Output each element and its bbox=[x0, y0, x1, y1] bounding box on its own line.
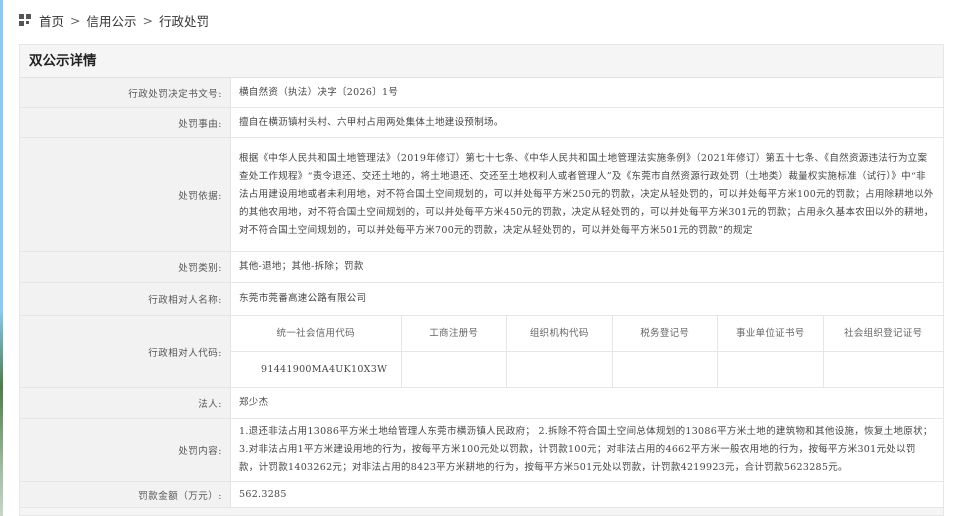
detail-panel: 双公示详情 行政处罚决定书文号: 横自然资（执法）决字〔2026〕1号 处罚事由… bbox=[19, 44, 944, 516]
row-content: 处罚内容: 1.退还非法占用13086平方米土地给管理人东莞市横沥镇人民政府； … bbox=[20, 418, 943, 482]
value-party-name: 东莞市莞番高速公路有限公司 bbox=[230, 282, 943, 316]
code-header: 事业单位证书号 bbox=[717, 316, 824, 352]
value-decision-no: 横自然资（执法）决字〔2026〕1号 bbox=[230, 78, 943, 108]
row-party-code: 行政相对人代码: 统一社会信用代码 工商注册号 组织机构代码 税务登记号 事业单… bbox=[20, 315, 943, 388]
code-value bbox=[612, 351, 718, 387]
breadcrumb-credit-link[interactable]: 信用公示 bbox=[87, 11, 137, 30]
label-category: 处罚类别: bbox=[20, 251, 231, 283]
row-fine: 罚款金额（万元）: 562.3285 bbox=[20, 481, 943, 508]
home-grid-icon bbox=[19, 13, 32, 27]
value-fine: 562.3285 bbox=[230, 481, 943, 508]
label-party-code: 行政相对人代码: bbox=[20, 315, 231, 388]
row-decision-no: 行政处罚决定书文号: 横自然资（执法）决字〔2026〕1号 bbox=[20, 78, 943, 108]
code-subtable: 统一社会信用代码 工商注册号 组织机构代码 税务登记号 事业单位证书号 社会组织… bbox=[231, 316, 943, 387]
value-legal-rep: 郑少杰 bbox=[230, 387, 943, 419]
row-legal-rep: 法人: 郑少杰 bbox=[20, 387, 943, 419]
code-header: 工商注册号 bbox=[401, 316, 507, 352]
left-edge-strip bbox=[0, 0, 3, 516]
breadcrumb-separator: > bbox=[142, 12, 153, 28]
code-header: 组织机构代码 bbox=[506, 316, 613, 352]
value-reason: 擅自在横沥镇村头村、六甲村占用两处集体土地建设预制场。 bbox=[230, 107, 943, 138]
label-basis: 处罚依据: bbox=[20, 137, 231, 252]
label-decision-no: 行政处罚决定书文号: bbox=[20, 78, 231, 108]
code-header: 社会组织登记证号 bbox=[823, 316, 943, 352]
value-party-code: 统一社会信用代码 工商注册号 组织机构代码 税务登记号 事业单位证书号 社会组织… bbox=[230, 315, 943, 388]
label-content: 处罚内容: bbox=[20, 418, 231, 482]
row-basis: 处罚依据: 根据《中华人民共和国土地管理法》（2019年修订）第七十七条、《中华… bbox=[20, 137, 943, 252]
label-legal-rep: 法人: bbox=[20, 387, 231, 419]
code-value: 91441900MA4UK10X3W bbox=[231, 351, 402, 387]
label-party-name: 行政相对人名称: bbox=[20, 282, 231, 316]
label-reason: 处罚事由: bbox=[20, 107, 231, 138]
breadcrumb-penalty-link[interactable]: 行政处罚 bbox=[159, 11, 209, 30]
value-content: 1.退还非法占用13086平方米土地给管理人东莞市横沥镇人民政府； 2.拆除不符… bbox=[230, 418, 943, 482]
breadcrumb-home-link[interactable]: 首页 bbox=[39, 11, 64, 30]
detail-table: 行政处罚决定书文号: 横自然资（执法）决字〔2026〕1号 处罚事由: 擅自在横… bbox=[20, 78, 943, 508]
code-header-row: 统一社会信用代码 工商注册号 组织机构代码 税务登记号 事业单位证书号 社会组织… bbox=[231, 316, 943, 352]
row-category: 处罚类别: 其他-退地；其他-拆除；罚款 bbox=[20, 251, 943, 283]
code-header: 统一社会信用代码 bbox=[231, 316, 402, 352]
value-category: 其他-退地；其他-拆除；罚款 bbox=[230, 251, 943, 283]
row-reason: 处罚事由: 擅自在横沥镇村头村、六甲村占用两处集体土地建设预制场。 bbox=[20, 107, 943, 138]
code-value bbox=[506, 351, 613, 387]
code-value bbox=[401, 351, 507, 387]
code-value bbox=[717, 351, 824, 387]
breadcrumb-separator: > bbox=[70, 12, 81, 28]
code-value bbox=[823, 352, 943, 388]
label-fine: 罚款金额（万元）: bbox=[20, 481, 231, 508]
code-value-row: 91441900MA4UK10X3W bbox=[231, 351, 943, 388]
row-party-name: 行政相对人名称: 东莞市莞番高速公路有限公司 bbox=[20, 282, 943, 316]
breadcrumb: 首页 > 信用公示 > 行政处罚 bbox=[19, 10, 209, 30]
panel-title: 双公示详情 bbox=[20, 45, 943, 78]
value-basis: 根据《中华人民共和国土地管理法》（2019年修订）第七十七条、《中华人民共和国土… bbox=[230, 137, 943, 252]
code-header: 税务登记号 bbox=[612, 316, 718, 352]
